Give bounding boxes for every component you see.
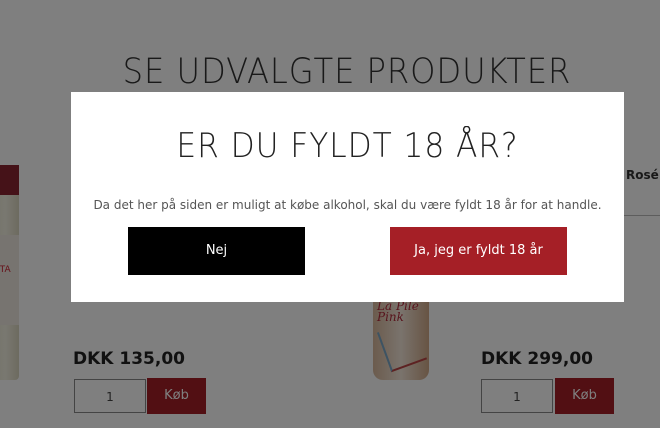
modal-message: Da det her på siden er muligt at købe al… — [93, 197, 602, 212]
confirm-age-button[interactable]: Ja, jeg er fyldt 18 år — [390, 227, 567, 275]
age-verification-modal: ER DU FYLDT 18 ÅR? Da det her på siden e… — [71, 92, 624, 302]
modal-title: ER DU FYLDT 18 ÅR? — [176, 126, 519, 166]
no-button[interactable]: Nej — [128, 227, 305, 275]
